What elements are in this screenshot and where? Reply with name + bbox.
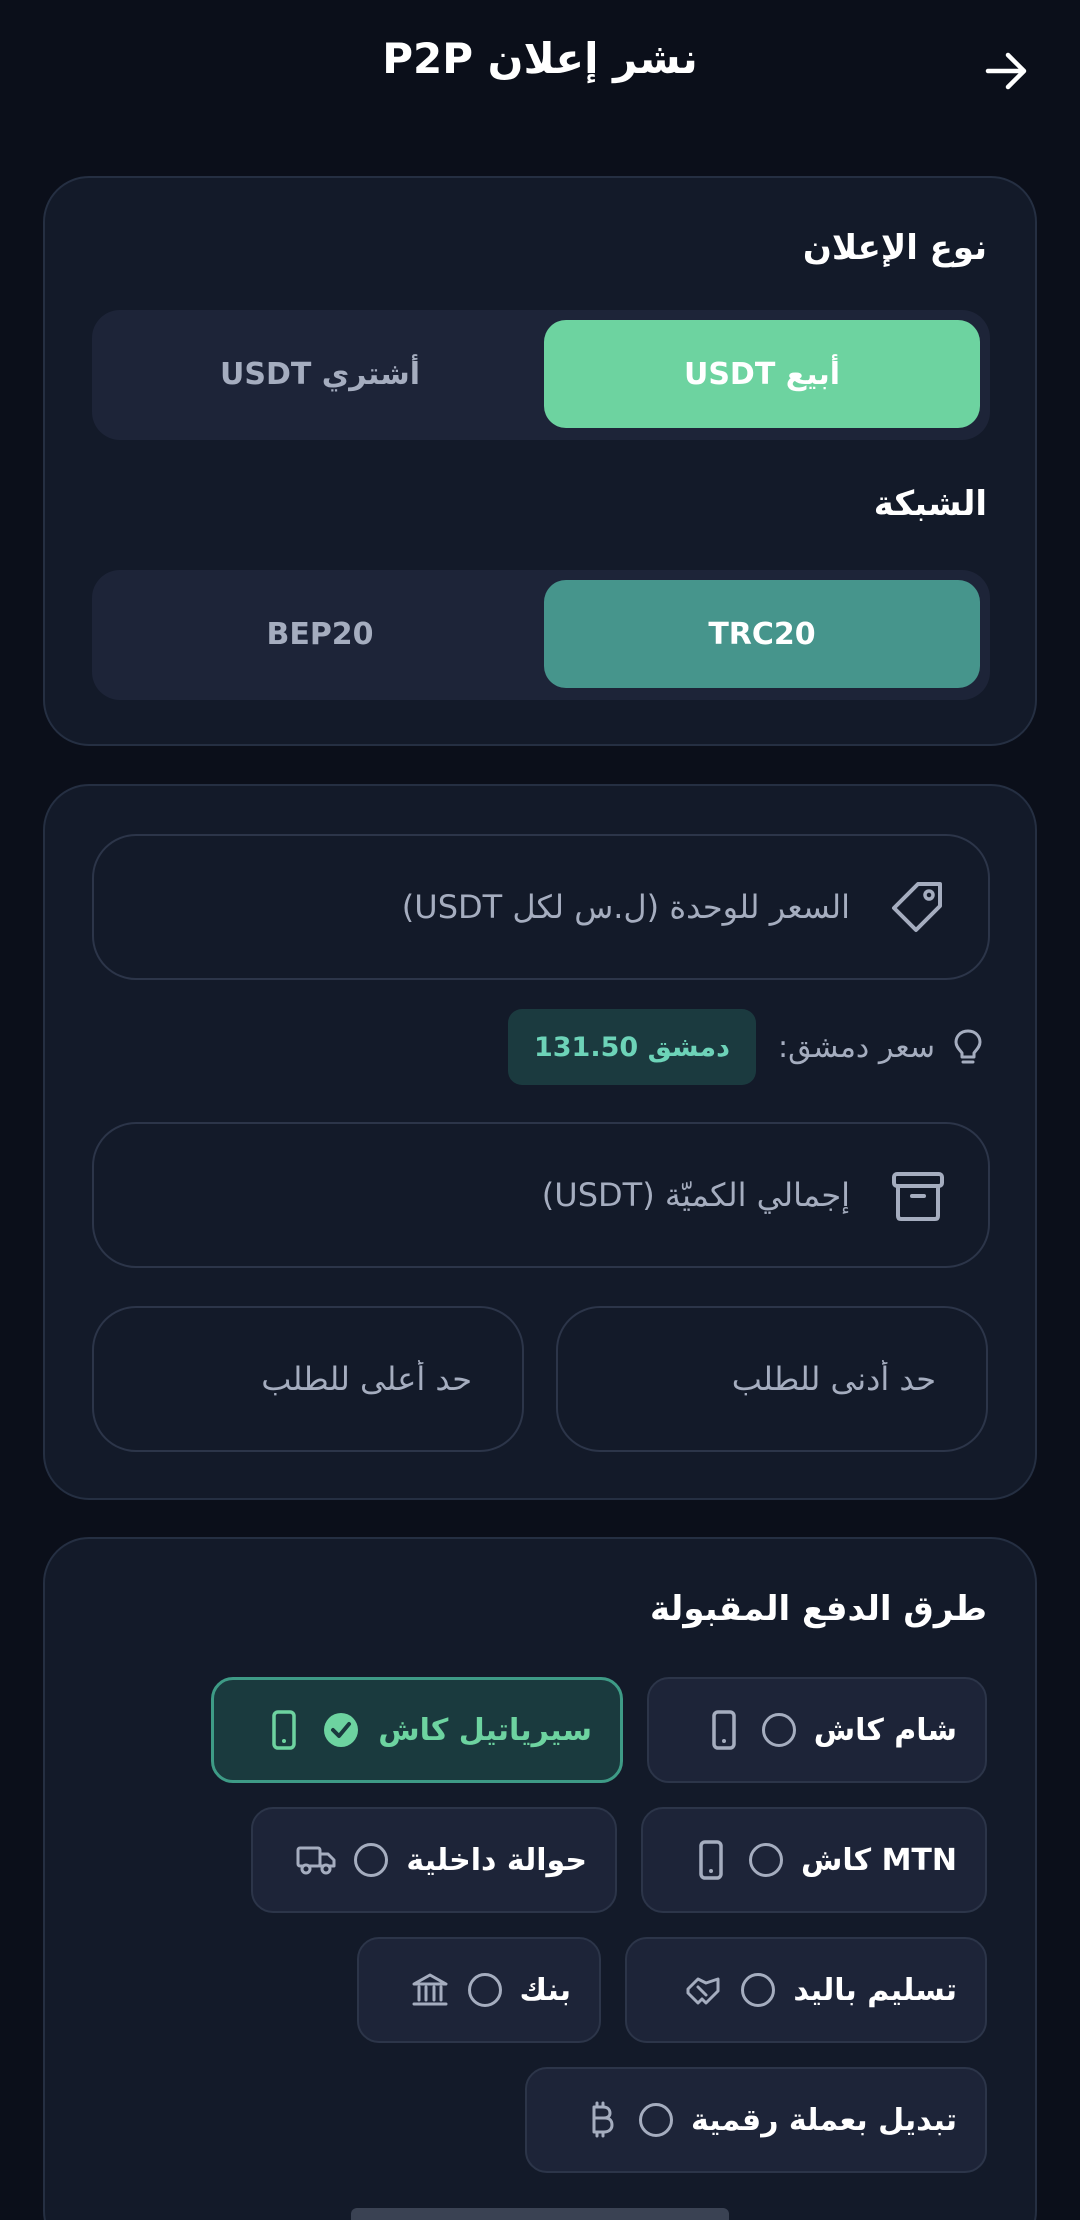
header: نشر إعلان P2P: [0, 0, 1080, 140]
payment-method-sham-cash[interactable]: شام كاش: [647, 1677, 987, 1783]
radio-unchecked-icon: [354, 1843, 389, 1877]
home-indicator[interactable]: [351, 2208, 729, 2220]
payment-method-label: حوالة داخلية: [406, 1842, 587, 1878]
lightbulb-icon: [954, 1029, 982, 1064]
payment-method-mtn-cash[interactable]: MTN كاش: [641, 1807, 987, 1913]
check-circle-icon: [324, 1713, 359, 1747]
payment-method-bank[interactable]: بنك: [357, 1937, 601, 2043]
tag-icon: [882, 872, 954, 944]
min-order-field-container: [556, 1306, 988, 1452]
radio-unchecked-icon: [749, 1843, 783, 1877]
sell-usdt-option[interactable]: أبيع USDT: [544, 320, 980, 428]
arrow-right-icon: [985, 52, 1027, 90]
trc20-option[interactable]: TRC20: [544, 580, 980, 688]
truck-icon: [296, 1840, 336, 1880]
phone-icon: [691, 1840, 731, 1880]
payment-method-label: تسليم باليد: [793, 1972, 957, 2008]
network-label: الشبكة: [873, 484, 987, 524]
quantity-field-container: [92, 1122, 990, 1268]
payment-method-hand-delivery[interactable]: تسليم باليد: [625, 1937, 987, 2043]
payment-method-crypto-swap[interactable]: تبديل بعملة رقمية: [525, 2067, 987, 2173]
damascus-price-label: سعر دمشق:: [777, 1029, 935, 1065]
payment-method-label: بنك: [519, 1972, 571, 2008]
price-input[interactable]: [94, 836, 988, 978]
payment-method-label: MTN كاش: [801, 1842, 957, 1878]
payment-method-syriatel-cash[interactable]: سيرياتيل كاش: [211, 1677, 623, 1783]
min-order-input[interactable]: [558, 1308, 986, 1450]
archive-box-icon: [882, 1160, 954, 1232]
buy-usdt-option[interactable]: أشتري USDT: [102, 320, 538, 428]
quantity-input[interactable]: [94, 1124, 988, 1266]
radio-unchecked-icon: [639, 2103, 673, 2137]
damascus-price-row: سعر دمشق: دمشق 131.50: [507, 1008, 983, 1086]
damascus-price-badge[interactable]: دمشق 131.50: [507, 1009, 756, 1085]
phone-icon: [264, 1710, 304, 1750]
payment-method-internal-transfer[interactable]: حوالة داخلية: [251, 1807, 617, 1913]
back-button[interactable]: [976, 40, 1038, 102]
ad-type-label: نوع الإعلان: [802, 228, 987, 268]
payment-method-label: شام كاش: [813, 1712, 957, 1748]
price-field-container: [92, 834, 990, 980]
phone-icon: [704, 1710, 744, 1750]
max-order-input[interactable]: [94, 1308, 522, 1450]
payment-method-label: تبديل بعملة رقمية: [691, 2102, 957, 2138]
post-p2p-ad-screen: نشر إعلان P2P نوع الإعلان أبيع USDT أشتر…: [0, 0, 1080, 2220]
payment-methods-label: طرق الدفع المقبولة: [649, 1589, 987, 1629]
bitcoin-icon: [581, 2100, 621, 2140]
max-order-field-container: [92, 1306, 524, 1452]
network-segment: TRC20 BEP20: [92, 570, 990, 700]
ad-type-segment: أبيع USDT أشتري USDT: [92, 310, 990, 440]
ad-settings-card: نوع الإعلان أبيع USDT أشتري USDT الشبكة …: [43, 176, 1037, 746]
payment-method-label: سيرياتيل كاش: [378, 1712, 592, 1748]
radio-unchecked-icon: [761, 1713, 796, 1747]
page-title: نشر إعلان P2P: [382, 34, 698, 83]
handshake-icon: [683, 1970, 723, 2010]
radio-unchecked-icon: [467, 1973, 502, 2007]
ad-details-card: سعر دمشق: دمشق 131.50: [43, 784, 1037, 1500]
bep20-option[interactable]: BEP20: [102, 580, 538, 688]
payment-methods-card: طرق الدفع المقبولة شام كاش سيرياتيل كاش …: [43, 1537, 1037, 2220]
bank-icon: [410, 1970, 450, 2010]
radio-unchecked-icon: [741, 1973, 776, 2007]
